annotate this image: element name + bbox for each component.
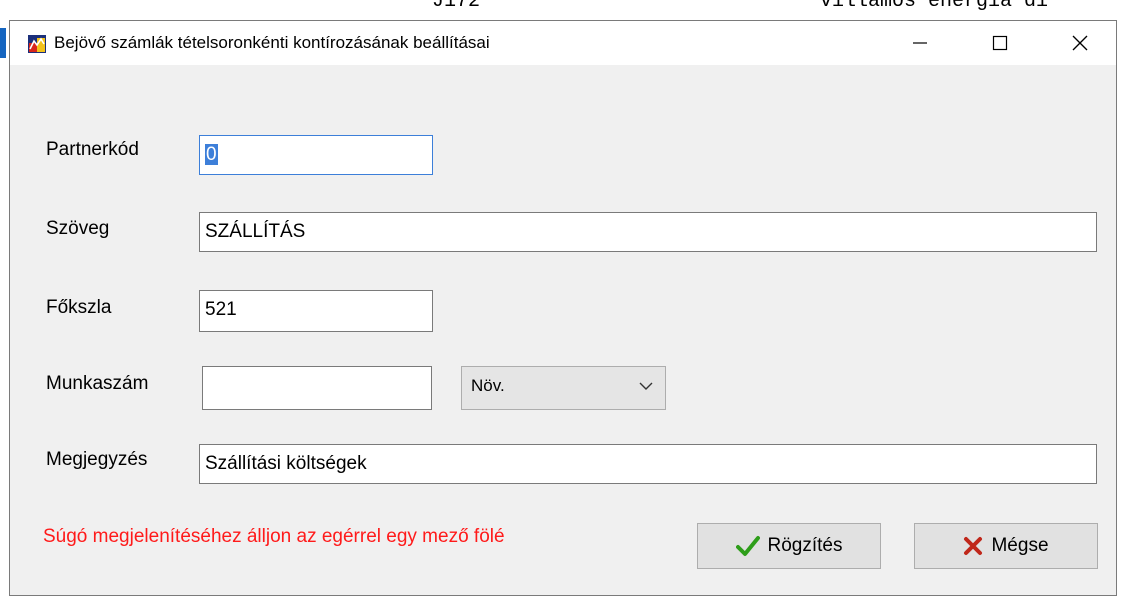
background-window-strip: J172 villamos energia di [0, 0, 1128, 20]
maximize-icon [992, 35, 1008, 51]
partnerkod-input[interactable]: 0 [199, 135, 433, 175]
x-icon [964, 537, 983, 555]
megjegyzes-input[interactable]: Szállítási költségek [199, 444, 1097, 484]
partnerkod-label: Partnerkód [46, 139, 139, 160]
checkmark-icon [735, 536, 760, 556]
szoveg-label: Szöveg [46, 218, 110, 239]
close-icon [1072, 35, 1088, 51]
fokszla-input[interactable]: 521 [199, 290, 433, 332]
chevron-down-icon [639, 382, 653, 390]
dialog-window: Bejövő számlák tételsoronkénti kontírozá… [9, 20, 1117, 596]
minimize-button[interactable] [890, 21, 950, 65]
background-text-left: J172 [432, 0, 481, 13]
help-text: Súgó megjelenítéséhez álljon az egérrel … [43, 526, 505, 547]
close-button[interactable] [1050, 21, 1110, 65]
title-bar[interactable]: Bejövő számlák tételsoronkénti kontírozá… [10, 21, 1116, 65]
maximize-button[interactable] [970, 21, 1030, 65]
munkaszam-label: Munkaszám [46, 373, 149, 394]
window-title: Bejövő számlák tételsoronkénti kontírozá… [54, 33, 490, 52]
cancel-button-label: Mégse [991, 535, 1049, 556]
background-selection-marker [0, 28, 6, 58]
fokszla-label: Főkszla [46, 297, 112, 318]
background-text-right: villamos energia di [820, 0, 1049, 13]
save-button-label: Rögzítés [767, 535, 843, 556]
app-icon [28, 35, 46, 53]
megjegyzes-label: Megjegyzés [46, 449, 148, 470]
cancel-button[interactable]: Mégse [914, 523, 1098, 569]
munkaszam-dropdown-value: Növ. [471, 376, 505, 395]
save-button[interactable]: Rögzítés [697, 523, 881, 569]
szoveg-input[interactable]: SZÁLLÍTÁS [199, 212, 1097, 252]
munkaszam-input[interactable] [202, 366, 432, 410]
megjegyzes-value: Szállítási költségek [205, 453, 367, 474]
minimize-icon [913, 42, 927, 44]
fokszla-value: 521 [205, 299, 237, 320]
munkaszam-dropdown[interactable]: Növ. [461, 366, 666, 410]
szoveg-value: SZÁLLÍTÁS [205, 221, 306, 242]
partnerkod-value: 0 [205, 144, 218, 165]
